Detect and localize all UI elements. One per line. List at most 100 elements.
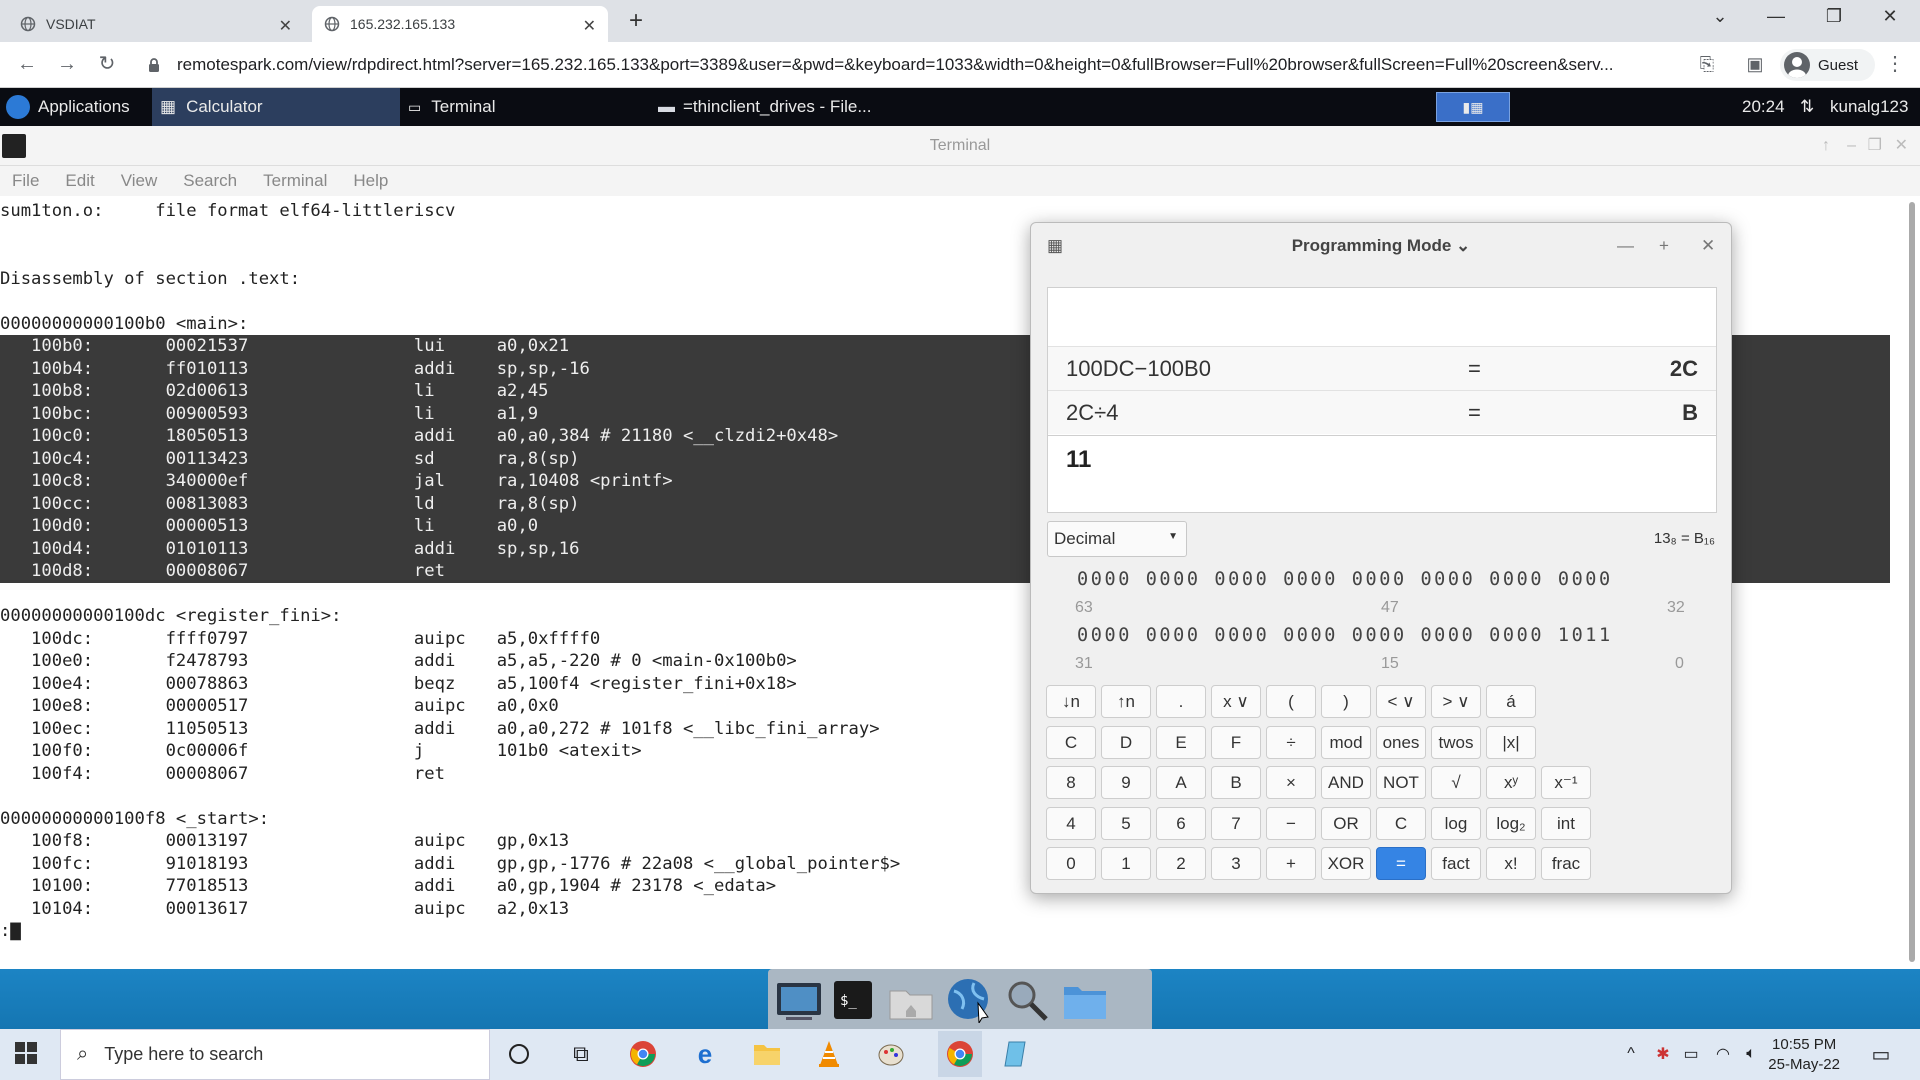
key-button[interactable]: 1: [1101, 847, 1151, 880]
windows-start-icon[interactable]: [14, 1041, 42, 1069]
key-button[interactable]: NOT: [1376, 766, 1426, 799]
history-row[interactable]: 100DC−100B0 = 2C: [1048, 346, 1716, 390]
task-file-manager[interactable]: ▬ =thinclient_drives - File...: [658, 88, 872, 126]
key-button[interactable]: +: [1266, 847, 1316, 880]
chrome-icon[interactable]: [628, 1039, 658, 1069]
volume-icon[interactable]: 🔈︎: [1736, 1039, 1766, 1069]
scrollbar-thumb[interactable]: [1909, 202, 1915, 962]
minimize-icon[interactable]: —: [1617, 223, 1634, 269]
menu-edit[interactable]: Edit: [65, 171, 94, 191]
key-button[interactable]: .: [1156, 685, 1206, 718]
key-button[interactable]: B: [1211, 766, 1261, 799]
terminal-scrollbar[interactable]: [1906, 198, 1918, 968]
tray-chevron-icon[interactable]: ^: [1616, 1039, 1646, 1069]
home-folder-icon[interactable]: [886, 977, 936, 1023]
key-button[interactable]: C: [1046, 725, 1096, 759]
key-button[interactable]: 3: [1211, 847, 1261, 880]
key-button[interactable]: 4: [1046, 806, 1096, 840]
cortana-icon[interactable]: [504, 1039, 534, 1069]
web-browser-icon[interactable]: [944, 977, 994, 1025]
terminal-launcher-icon[interactable]: $_: [828, 977, 878, 1023]
tab-remote-session[interactable]: 165.232.165.133 ✕: [312, 6, 608, 42]
key-button[interactable]: 7: [1211, 806, 1261, 840]
key-button[interactable]: xʸ: [1486, 766, 1536, 799]
new-tab-button[interactable]: +: [622, 8, 650, 36]
key-button[interactable]: x ∨: [1211, 685, 1261, 718]
menu-view[interactable]: View: [121, 171, 158, 191]
key-button[interactable]: log: [1431, 806, 1481, 840]
key-button[interactable]: mod: [1321, 725, 1371, 759]
workspace-switcher[interactable]: ▮▦: [1436, 92, 1510, 122]
back-icon[interactable]: ←: [14, 52, 40, 78]
bits-low[interactable]: 0000 0000 0000 0000 0000 0000 0000 1011: [1077, 625, 1613, 646]
minimize-icon[interactable]: ‒: [1847, 126, 1856, 166]
tab-search-icon[interactable]: ⌄: [1700, 6, 1740, 34]
key-button[interactable]: frac: [1541, 847, 1591, 880]
taskbar-search[interactable]: ⌕ Type here to search: [60, 1029, 490, 1080]
history-row[interactable]: 2C÷4 = B: [1048, 390, 1716, 434]
tab-vsdiat[interactable]: VSDIAT ✕: [8, 6, 304, 42]
notepad-icon[interactable]: [1000, 1039, 1030, 1069]
key-button[interactable]: ×: [1266, 766, 1316, 799]
shade-icon[interactable]: ↑: [1822, 126, 1830, 166]
key-button[interactable]: −: [1266, 806, 1316, 840]
key-button[interactable]: ↓n: [1046, 685, 1096, 718]
close-tab-icon[interactable]: ✕: [279, 16, 292, 36]
applications-menu[interactable]: Applications: [6, 88, 130, 126]
key-button[interactable]: twos: [1431, 725, 1481, 759]
minimize-icon[interactable]: —: [1756, 6, 1796, 34]
profile-button[interactable]: Guest: [1780, 49, 1875, 81]
wifi-icon[interactable]: ◠: [1708, 1039, 1738, 1069]
menu-file[interactable]: File: [12, 171, 39, 191]
vlc-icon[interactable]: [814, 1039, 844, 1069]
task-calculator[interactable]: ▦ Calculator: [152, 88, 400, 126]
key-button[interactable]: ): [1321, 685, 1371, 718]
forward-icon[interactable]: →: [54, 52, 80, 78]
clipboard-icon[interactable]: ⎘: [1694, 52, 1720, 78]
key-button[interactable]: OR: [1321, 806, 1371, 840]
key-button[interactable]: 2: [1156, 847, 1206, 880]
menu-help[interactable]: Help: [353, 171, 388, 191]
maximize-icon[interactable]: +: [1659, 223, 1669, 269]
side-panel-icon[interactable]: ▣: [1742, 52, 1768, 78]
key-button[interactable]: XOR: [1321, 847, 1371, 880]
search-icon[interactable]: [1002, 977, 1052, 1023]
key-button[interactable]: fact: [1431, 847, 1481, 880]
menu-search[interactable]: Search: [183, 171, 237, 191]
close-tab-icon[interactable]: ✕: [583, 16, 596, 36]
mode-selector[interactable]: Programming Mode ⌄: [1292, 236, 1471, 255]
key-button[interactable]: x!: [1486, 847, 1536, 880]
key-button[interactable]: ↑n: [1101, 685, 1151, 718]
key-button[interactable]: =: [1376, 847, 1426, 880]
address-bar[interactable]: remotespark.com/view/rdpdirect.html?serv…: [177, 55, 1677, 75]
key-button[interactable]: (: [1266, 685, 1316, 718]
key-button[interactable]: 0: [1046, 847, 1096, 880]
menu-dots-icon[interactable]: ⋮: [1882, 52, 1908, 78]
task-terminal[interactable]: ▭ Terminal: [408, 88, 495, 126]
key-button[interactable]: E: [1156, 725, 1206, 759]
key-button[interactable]: D: [1101, 725, 1151, 759]
close-icon[interactable]: ✕: [1895, 126, 1908, 166]
key-button[interactable]: á: [1486, 685, 1536, 718]
lock-icon[interactable]: [148, 57, 160, 76]
close-icon[interactable]: ✕: [1701, 223, 1715, 269]
key-button[interactable]: F: [1211, 725, 1261, 759]
base-select[interactable]: Decimal ▼: [1047, 521, 1187, 557]
task-view-icon[interactable]: ⧉: [566, 1039, 596, 1069]
key-button[interactable]: < ∨: [1376, 685, 1426, 718]
close-window-icon[interactable]: ✕: [1870, 6, 1910, 34]
key-button[interactable]: A: [1156, 766, 1206, 799]
menu-terminal[interactable]: Terminal: [263, 171, 327, 191]
key-button[interactable]: ÷: [1266, 725, 1316, 759]
paint-icon[interactable]: [876, 1039, 906, 1069]
key-button[interactable]: 8: [1046, 766, 1096, 799]
taskbar-clock[interactable]: 10:55 PM 25-May-22: [1768, 1035, 1840, 1075]
action-center-icon[interactable]: ▭: [1866, 1039, 1896, 1069]
key-button[interactable]: log₂: [1486, 806, 1536, 840]
key-button[interactable]: ones: [1376, 725, 1426, 759]
key-button[interactable]: |x|: [1486, 725, 1536, 759]
key-button[interactable]: x⁻¹: [1541, 766, 1591, 799]
file-explorer-icon[interactable]: [752, 1039, 782, 1069]
key-button[interactable]: 9: [1101, 766, 1151, 799]
notification-badge-icon[interactable]: ✱: [1648, 1039, 1678, 1069]
